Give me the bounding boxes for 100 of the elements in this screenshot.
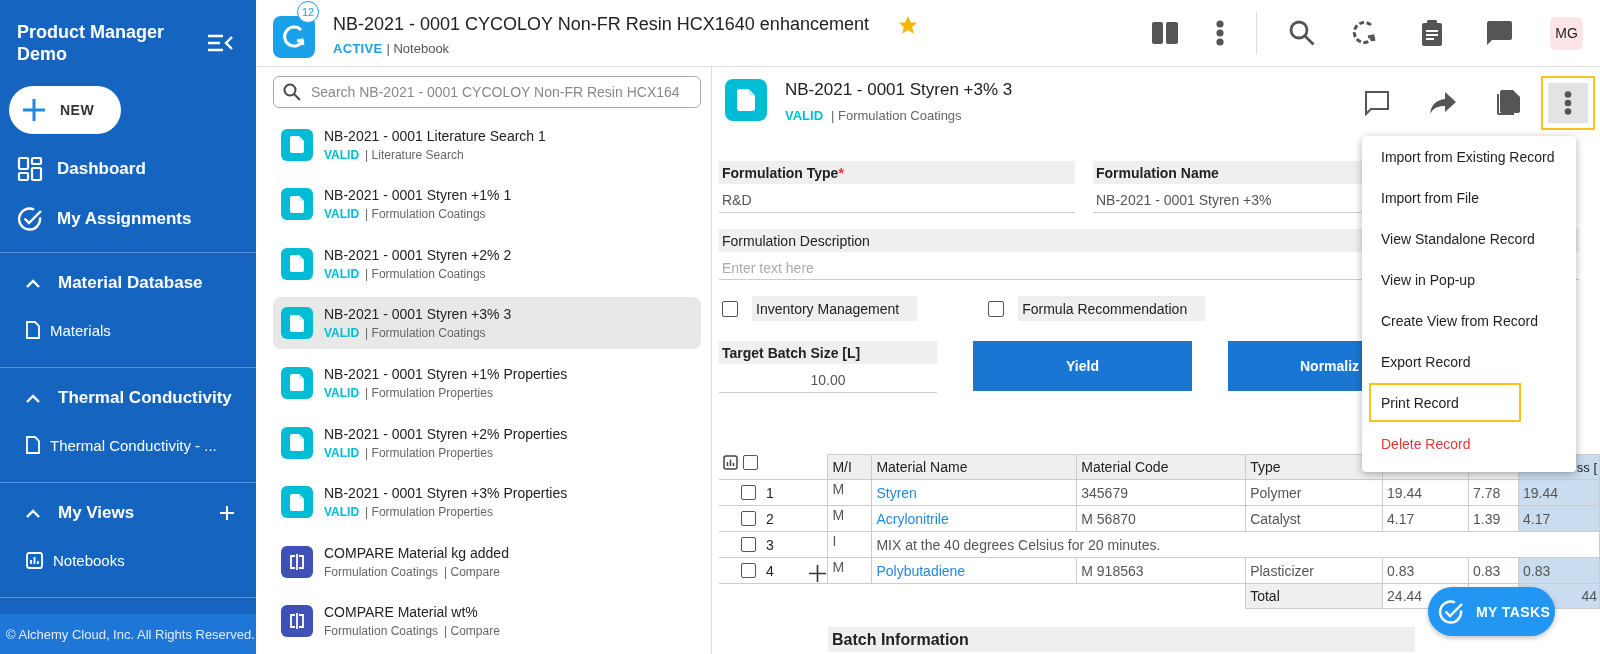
status-label: VALID <box>785 108 824 123</box>
row-checkbox[interactable] <box>741 563 756 578</box>
sidebar-item[interactable]: Thermal Conductivity - ... <box>50 436 217 454</box>
record-list-item[interactable]: NB-2021 - 0001 Styren +2% 2 VALID | Formulation Coatings <box>273 237 701 290</box>
more-icon[interactable] <box>1216 20 1224 46</box>
share-icon[interactable] <box>1430 92 1456 114</box>
table-cell: M 918563 <box>1076 557 1246 584</box>
category-label: | Formulation Properties <box>365 445 493 460</box>
checkbox-label: Inventory Management <box>752 296 918 321</box>
checkbox[interactable] <box>722 300 738 317</box>
record-list-item[interactable]: NB-2021 - 0001 Styren +2% Properties VALID | Formulation Properties <box>273 416 701 469</box>
section-header[interactable]: My Views <box>58 503 202 523</box>
record-list-item[interactable]: NB-2021 - 0001 Styren +1% Properties VALID | Formulation Properties <box>273 356 701 409</box>
plus-icon[interactable] <box>809 564 826 582</box>
table-cell: 19.44 <box>1382 479 1469 506</box>
refresh-icon <box>281 24 307 50</box>
columns-icon[interactable] <box>1152 22 1178 44</box>
search-icon[interactable] <box>1289 20 1315 46</box>
table-cell: 0.83 <box>1382 557 1469 584</box>
record-list-item[interactable]: COMPARE Material wt% Formulation Coatings | Compare <box>273 595 701 648</box>
table-cell: 7.78 <box>1468 479 1519 506</box>
record-list-item[interactable]: COMPARE Material kg added Formulation Coatings | Compare <box>273 535 701 588</box>
chart-icon <box>26 551 43 569</box>
category-label: Formulation Coatings <box>324 564 439 579</box>
check-circle-icon <box>17 206 43 232</box>
record-title: NB-2021 - 0001 Styren +2% 2 <box>324 246 512 263</box>
checkbox-label: Formula Recommendation <box>1018 296 1206 321</box>
table-cell: I <box>827 531 872 558</box>
new-button[interactable]: NEW <box>9 86 121 134</box>
more-button[interactable] <box>1541 76 1595 130</box>
table-cell: 345679 <box>1076 479 1246 506</box>
user-avatar[interactable]: MG <box>1550 16 1583 50</box>
number-field[interactable]: 10.00 <box>719 368 937 393</box>
record-title: COMPARE Material wt% <box>324 604 479 621</box>
category-label: | Formulation Properties <box>365 385 493 400</box>
sidebar-item[interactable]: Materials <box>50 321 111 339</box>
chart-icon[interactable] <box>723 455 738 471</box>
status-label: VALID <box>324 326 360 341</box>
app-title: Product Manager Demo <box>17 21 166 65</box>
section-header[interactable]: Thermal Conductivity <box>58 388 234 408</box>
category-label: | Formulation Coatings <box>365 207 486 222</box>
chat-icon[interactable] <box>1487 21 1512 45</box>
row-checkbox[interactable] <box>741 537 756 552</box>
status-label: ACTIVE <box>333 41 383 56</box>
chevron-icon[interactable] <box>26 393 40 403</box>
table-cell: 0.83 <box>1468 557 1519 584</box>
section-header[interactable]: Material Database <box>58 273 234 293</box>
comment-icon[interactable] <box>1364 90 1390 116</box>
section-header: Batch Information <box>828 627 1415 652</box>
status-label: VALID <box>324 147 360 162</box>
record-list-item[interactable]: NB-2021 - 0001 Literature Search 1 VALID | Literature Search <box>273 118 701 171</box>
column-header[interactable]: M/I <box>827 454 872 480</box>
document-icon <box>26 436 40 454</box>
document-icon <box>290 314 304 332</box>
status-label: VALID <box>324 266 360 281</box>
nav-item[interactable]: My Assignments <box>57 209 192 229</box>
chevron-icon[interactable] <box>26 278 40 288</box>
search-field[interactable]: Search NB-2021 - 0001 CYCOLOY Non-FR Resin HCX164 <box>273 76 701 108</box>
record-list-item[interactable]: NB-2021 - 0001 Styren +3% 3 VALID | Formulation Coatings <box>273 297 701 350</box>
menu-item[interactable]: View Standalone Record <box>1368 218 1576 259</box>
document-icon <box>290 195 304 213</box>
row-number: 1 <box>766 484 774 501</box>
notebook-title: NB-2021 - 0001 CYCOLOY Non-FR Resin HCX1640 enhancement <box>333 14 869 35</box>
menu-item[interactable]: Create View from Record <box>1368 300 1576 341</box>
sidebar-item[interactable]: Notebooks <box>53 551 125 569</box>
table-cell[interactable]: Acrylonitrile <box>871 505 1077 532</box>
refresh-icon[interactable] <box>1351 20 1377 46</box>
record-list-item[interactable]: NB-2021 - 0001 Styren +3% Properties VALID | Formulation Properties <box>273 476 701 529</box>
category-label: | Formulation Coatings <box>365 266 486 281</box>
nav-item[interactable]: Dashboard <box>57 159 146 179</box>
column-header[interactable]: Material Name <box>871 454 1077 480</box>
chevron-icon[interactable] <box>26 508 40 518</box>
table-cell: M 56870 <box>1076 505 1246 532</box>
document-icon <box>290 374 304 392</box>
collapse-menu-icon[interactable] <box>207 33 234 53</box>
text-field[interactable]: R&D <box>719 188 1075 213</box>
clipboard-icon[interactable] <box>1421 20 1443 46</box>
app-logo[interactable] <box>273 16 315 58</box>
field-label: Formulation Name <box>1096 164 1219 181</box>
action-button[interactable]: Yield <box>973 341 1192 391</box>
row-number: 3 <box>766 536 774 553</box>
record-title: NB-2021 - 0001 Literature Search 1 <box>324 127 546 144</box>
instruction-text: MIX at the 40 degrees Celsius for 20 minutes. <box>871 531 1600 558</box>
record-title: NB-2021 - 0001 Styren +3% Properties <box>324 485 568 502</box>
table-cell[interactable]: Styren <box>871 479 1077 506</box>
table-cell[interactable]: Polybutadiene <box>871 557 1077 584</box>
type-label: | Compare <box>444 624 500 639</box>
row-checkbox[interactable] <box>741 511 756 526</box>
field-label: Target Batch Size [L] <box>722 344 861 361</box>
copy-icon[interactable] <box>1497 90 1521 116</box>
table-cell: Total <box>1245 583 1383 609</box>
checkbox[interactable] <box>988 300 1005 317</box>
row-checkbox[interactable] <box>741 485 756 500</box>
menu-item[interactable]: Import from Existing Record <box>1368 136 1576 177</box>
row-number: 4 <box>766 562 774 579</box>
star-icon[interactable] <box>898 15 917 34</box>
column-header[interactable]: Material Code <box>1076 454 1246 480</box>
select-all-checkbox[interactable] <box>743 455 758 471</box>
table-cell: M <box>827 505 872 532</box>
record-list-item[interactable]: NB-2021 - 0001 Styren +1% 1 VALID | Formulation Coatings <box>273 178 701 231</box>
